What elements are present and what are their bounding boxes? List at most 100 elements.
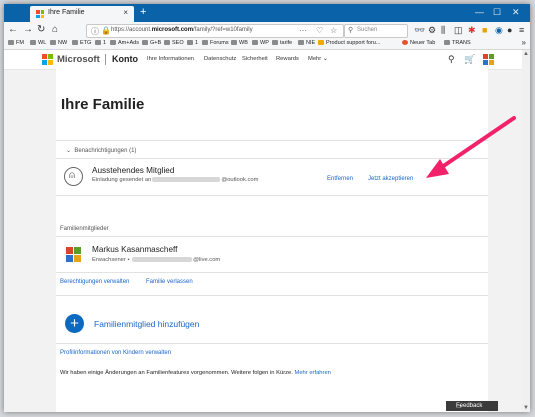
nav-rewards[interactable]: Rewards: [276, 56, 299, 62]
menu-icon[interactable]: ≡: [519, 25, 524, 35]
bookmarks-bar: FM WL NW ETG 1 Am+Ads G+B SEO 1 Forums W…: [4, 38, 530, 50]
home-button[interactable]: ⌂: [52, 24, 58, 36]
plus-icon: +: [70, 315, 79, 332]
manage-permissions-link[interactable]: Berechtigungen verwalten: [60, 279, 129, 285]
library-icon[interactable]: ⫼: [441, 25, 445, 35]
redacted-email: [152, 177, 221, 182]
bookmark-item[interactable]: FM: [8, 39, 24, 48]
bookmark-item[interactable]: Am+Ads: [110, 39, 139, 48]
add-member-button[interactable]: +: [65, 314, 84, 333]
gear-icon[interactable]: ⚙: [428, 25, 436, 35]
page-actions-icon[interactable]: ···: [299, 26, 307, 35]
tab-ihre-familie[interactable]: Ihre Familie ×: [30, 6, 134, 22]
divider: [56, 195, 488, 196]
account-header: Microsoft Konto Ihre Informationen Daten…: [4, 50, 522, 70]
redacted-email: [132, 257, 193, 262]
changes-notice: Wir haben einige Änderungen an Familienf…: [60, 370, 331, 376]
scroll-up-icon[interactable]: ▲: [523, 51, 529, 57]
bookmark-item[interactable]: SEO: [164, 39, 184, 48]
tab-bar: Ihre Familie × + — ☐ ✕: [4, 4, 530, 22]
reload-button[interactable]: ↻: [37, 24, 45, 36]
scroll-down-icon[interactable]: ▼: [523, 405, 529, 411]
nav-mehr[interactable]: Mehr ⌄: [308, 56, 328, 62]
tab-close-icon[interactable]: ×: [123, 8, 128, 17]
pending-member-invite: Einladung gesendet an @outlook.com: [92, 177, 259, 184]
new-tab-button[interactable]: +: [140, 6, 146, 18]
pocket-icon[interactable]: ♡: [316, 26, 323, 35]
member-avatar-icon: [66, 247, 81, 262]
url-text[interactable]: https://account.microsoft.com/family/?re…: [111, 27, 253, 33]
cart-icon[interactable]: 🛒: [464, 54, 475, 65]
search-placeholder: Suchen: [357, 27, 378, 33]
bookmark-item[interactable]: ETG: [72, 39, 91, 48]
extension-yellow-icon[interactable]: ■: [482, 25, 487, 35]
bookmark-item[interactable]: G+B: [142, 39, 161, 48]
member-role-email: Erwachsener • @live.com: [92, 257, 221, 264]
microsoft-favicon-icon: [36, 10, 44, 18]
accept-now-link[interactable]: Jetzt akzeptieren: [368, 176, 413, 182]
divider: [56, 295, 488, 296]
extension-red-icon[interactable]: ✱: [468, 25, 476, 35]
glasses-icon[interactable]: 👓: [414, 25, 425, 35]
bookmark-item[interactable]: tarife: [272, 39, 292, 48]
notifications-toggle[interactable]: ⌄ Benachrichtigungen (1): [66, 147, 136, 154]
nav-ihre-informationen[interactable]: Ihre Informationen: [147, 56, 194, 62]
bookmark-item[interactable]: TRANS: [444, 39, 471, 48]
nav-sicherheit[interactable]: Sicherheit: [242, 56, 268, 62]
maximize-button[interactable]: ☐: [493, 7, 501, 18]
search-icon: ⚲: [348, 27, 354, 34]
bookmark-item[interactable]: 1: [95, 39, 106, 48]
close-window-button[interactable]: ✕: [512, 7, 520, 18]
profile-avatar-icon[interactable]: [482, 53, 495, 66]
bookmark-item[interactable]: NIE: [298, 39, 315, 48]
microsoft-brand[interactable]: Microsoft: [57, 54, 100, 65]
lock-icon[interactable]: 🔒: [101, 26, 111, 35]
bookmarks-more-icon[interactable]: »: [522, 38, 526, 47]
browser-window: Ihre Familie × + — ☐ ✕ ← → ↻ ⌂ ⓘ 🔒 https…: [4, 4, 530, 412]
header-divider: [105, 54, 106, 65]
family-content: Ihre Familie ⌄ Benachrichtigungen (1) ⍝ …: [56, 69, 488, 412]
bookmark-item[interactable]: WP: [252, 39, 269, 48]
back-button[interactable]: ←: [8, 24, 18, 36]
bookmark-item[interactable]: 1: [187, 39, 198, 48]
divider: [56, 236, 488, 237]
member-name: Markus Kasanmascheff: [92, 245, 178, 254]
family-members-header: Familienmitglieder: [60, 226, 109, 232]
konto-title[interactable]: Konto: [112, 54, 138, 64]
divider: [56, 272, 488, 273]
pending-member-title: Ausstehendes Mitglied: [92, 166, 175, 175]
bookmark-star-icon[interactable]: ☆: [330, 26, 337, 35]
bookmark-item[interactable]: WL: [30, 39, 46, 48]
remove-link[interactable]: Entfernen: [327, 176, 353, 182]
navigation-bar: ← → ↻ ⌂ ⓘ 🔒 https://account.microsoft.co…: [4, 22, 530, 38]
microsoft-logo-icon[interactable]: [42, 54, 53, 65]
learn-more-link[interactable]: Mehr erfahren: [295, 370, 331, 376]
leave-family-link[interactable]: Familie verlassen: [146, 279, 193, 285]
bookmark-item[interactable]: NW: [50, 39, 67, 48]
bookmark-item[interactable]: Neuer Tab: [402, 39, 435, 48]
add-member-link[interactable]: Familienmitglied hinzufügen: [94, 319, 199, 329]
extension-dark-icon[interactable]: ●: [507, 25, 512, 35]
divider: [56, 343, 488, 344]
page-scrollbar[interactable]: ▲ ▼: [522, 50, 530, 412]
page-title: Ihre Familie: [61, 96, 145, 113]
search-field[interactable]: ⚲ Suchen: [344, 24, 408, 38]
manage-child-profile-link[interactable]: Profilinformationen von Kindern verwalte…: [60, 350, 171, 356]
nav-datenschutz[interactable]: Datenschutz: [204, 56, 236, 62]
divider: [56, 140, 488, 141]
minimize-button[interactable]: —: [475, 7, 484, 17]
pending-member-avatar: ⍝: [64, 167, 83, 186]
url-bar[interactable]: ⓘ 🔒 https://account.microsoft.com/family…: [86, 24, 344, 38]
feedback-button[interactable]: ▭ Feedback: [446, 401, 498, 411]
page-viewport: Microsoft Konto Ihre Informationen Daten…: [4, 50, 522, 412]
bookmark-item[interactable]: WB: [231, 39, 248, 48]
divider: [56, 158, 488, 159]
info-icon[interactable]: ⓘ: [91, 26, 99, 37]
forward-button[interactable]: →: [23, 24, 33, 36]
tab-title: Ihre Familie: [48, 9, 85, 16]
extension-blue-icon[interactable]: ◉: [495, 25, 503, 35]
bookmark-item[interactable]: Forums: [202, 39, 229, 48]
search-icon[interactable]: ⚲: [448, 54, 455, 65]
bookmark-item[interactable]: Product support foru...: [318, 39, 380, 48]
sidebar-icon[interactable]: ◫: [454, 25, 463, 35]
